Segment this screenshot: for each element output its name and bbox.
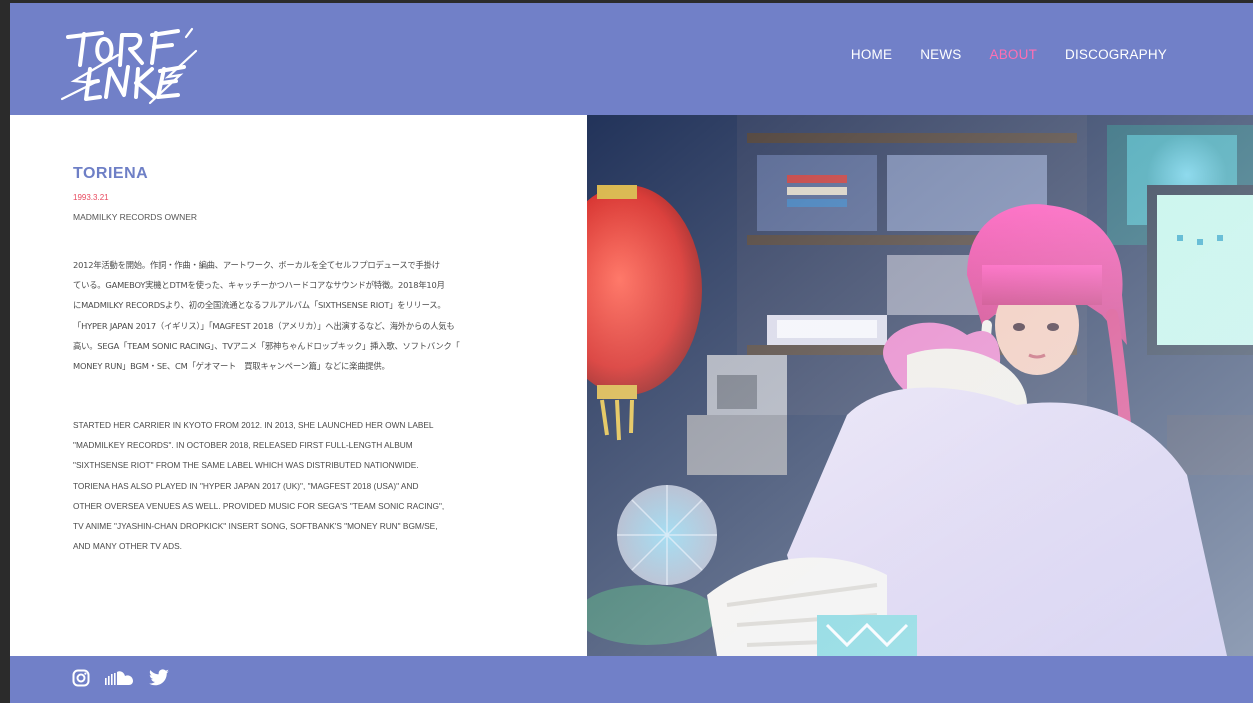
bio-en-line: STARTED HER CARRIER IN KYOTO FROM 2012. … [73,420,434,430]
bio-jp-line: ている。GAMEBOY実機とDTMを使った、キャッチーかつハードコアなサウンドが… [73,280,445,291]
artist-name: TORIENA [73,165,149,182]
main-nav: HOME NEWS ABOUT DISCOGRAPHY [851,47,1167,62]
bio-jp-line: 2012年活動を開始。作詞・作曲・編曲、アートワーク、ボーカルを全てセルフプロデ… [73,260,440,270]
bio-en-line: "MADMILKEY RECORDS". IN OCTOBER 2018, RE… [73,440,413,451]
bio-english: STARTED HER CARRIER IN KYOTO FROM 2012. … [73,415,483,556]
bio-jp-line: にMADMILKY RECORDSより、初の全国流通となるフルアルバム「SIXT… [73,300,446,311]
logo-graphic [60,27,198,105]
nav-discography[interactable]: DISCOGRAPHY [1065,47,1167,62]
social-links [72,669,170,687]
nav-home[interactable]: HOME [851,47,892,62]
about-section: TORIENA 1993.3.21 MADMILKY RECORDS OWNER… [10,115,587,656]
site-header: HOME NEWS ABOUT DISCOGRAPHY [10,3,1253,115]
bio-en-line: TV ANIME "JYASHIN-CHAN DROPKICK" INSERT … [73,521,438,532]
bio-jp-line: 「HYPER JAPAN 2017（イギリス）」「MAGFEST 2018（アメ… [73,320,455,331]
artist-photo [587,115,1253,656]
nav-news[interactable]: NEWS [920,47,961,62]
toriena-logo[interactable] [60,25,200,105]
twitter-icon[interactable] [148,669,170,687]
bio-jp-line: 高い。SEGA「TEAM SONIC RACING」、TVアニメ「邪神ちゃんドロ… [73,340,460,351]
bio-japanese: 2012年活動を開始。作詞・作曲・編曲、アートワーク、ボーカルを全てセルフプロデ… [73,255,473,376]
instagram-icon[interactable] [72,669,90,687]
nav-about[interactable]: ABOUT [990,47,1038,62]
window-frame-left [0,0,10,703]
bio-jp-line: MONEY RUN」BGM・SE、CM「ゲオマート 買取キャンペーン篇」などに楽… [73,361,390,372]
artist-birthdate: 1993.3.21 [73,193,109,202]
artist-role: MADMILKY RECORDS OWNER [73,212,198,222]
bio-en-line: "SIXTHSENSE RIOT" FROM THE SAME LABEL WH… [73,460,419,471]
site-footer [10,656,1253,703]
photo-illustration [587,115,1253,656]
bio-en-line: AND MANY OTHER TV ADS. [73,541,182,552]
bio-en-line: TORIENA HAS ALSO PLAYED IN "HYPER JAPAN … [73,480,419,491]
soundcloud-icon[interactable] [104,669,134,687]
bio-en-line: OTHER OVERSEA VENUES AS WELL. PROVIDED M… [73,500,445,511]
